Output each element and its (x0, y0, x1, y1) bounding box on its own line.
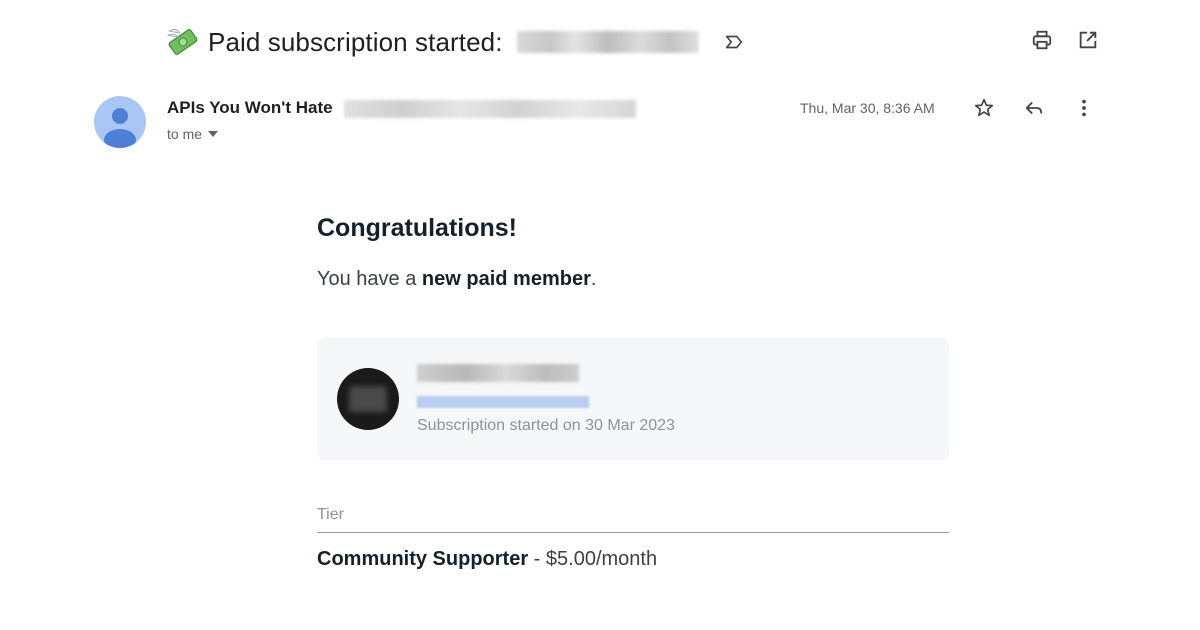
more-options-button[interactable] (1072, 96, 1096, 120)
intro-suffix: . (590, 268, 597, 290)
member-avatar (337, 368, 399, 430)
tier-label: Tier (317, 506, 344, 523)
sender-avatar[interactable] (94, 96, 146, 148)
star-button[interactable] (972, 96, 996, 120)
print-button[interactable] (1030, 28, 1054, 52)
redacted-member-name (417, 364, 579, 382)
printer-icon (1032, 30, 1052, 50)
tier-price: - $5.00/month (528, 548, 658, 570)
reply-icon (1025, 101, 1043, 115)
open-in-new-icon (1079, 31, 1097, 49)
reply-button[interactable] (1022, 96, 1046, 120)
intro-bold: new paid member (421, 268, 591, 290)
message-actions (972, 96, 1096, 120)
email-view: Paid subscription started: APIs You Won'… (0, 0, 1200, 630)
caret-down-icon (208, 131, 219, 137)
subscription-started-text: Subscription started on 30 Mar 2023 (417, 417, 675, 434)
subject-title: Paid subscription started: (208, 26, 503, 57)
member-card: Subscription started on 30 Mar 2023 (317, 338, 949, 460)
redacted-sender-email (344, 100, 636, 118)
redacted-member-email-link[interactable] (417, 396, 589, 408)
open-in-new-window-button[interactable] (1076, 28, 1100, 52)
sender-name[interactable]: APIs You Won't Hate (167, 98, 333, 118)
tier-divider (317, 532, 949, 533)
money-with-wings-icon (166, 28, 198, 56)
subject-row: Paid subscription started: (166, 22, 745, 62)
congratulations-heading: Congratulations! (317, 214, 517, 242)
top-actions (1030, 28, 1100, 52)
redacted-subscriber-name (516, 31, 699, 53)
tier-name: Community Supporter (317, 548, 529, 570)
default-person-icon (104, 108, 136, 148)
star-icon (974, 98, 994, 117)
tier-value: Community Supporter - $5.00/month (317, 548, 657, 571)
intro-text: You have a new paid member. (317, 268, 596, 291)
message-date: Thu, Mar 30, 8:36 AM (800, 100, 935, 116)
recipient-label: to me (167, 126, 203, 142)
recipient-details-toggle[interactable]: to me (167, 126, 219, 142)
intro-prefix: You have a (317, 268, 422, 290)
label-important-icon[interactable] (723, 31, 745, 53)
more-vert-icon (1082, 99, 1086, 117)
